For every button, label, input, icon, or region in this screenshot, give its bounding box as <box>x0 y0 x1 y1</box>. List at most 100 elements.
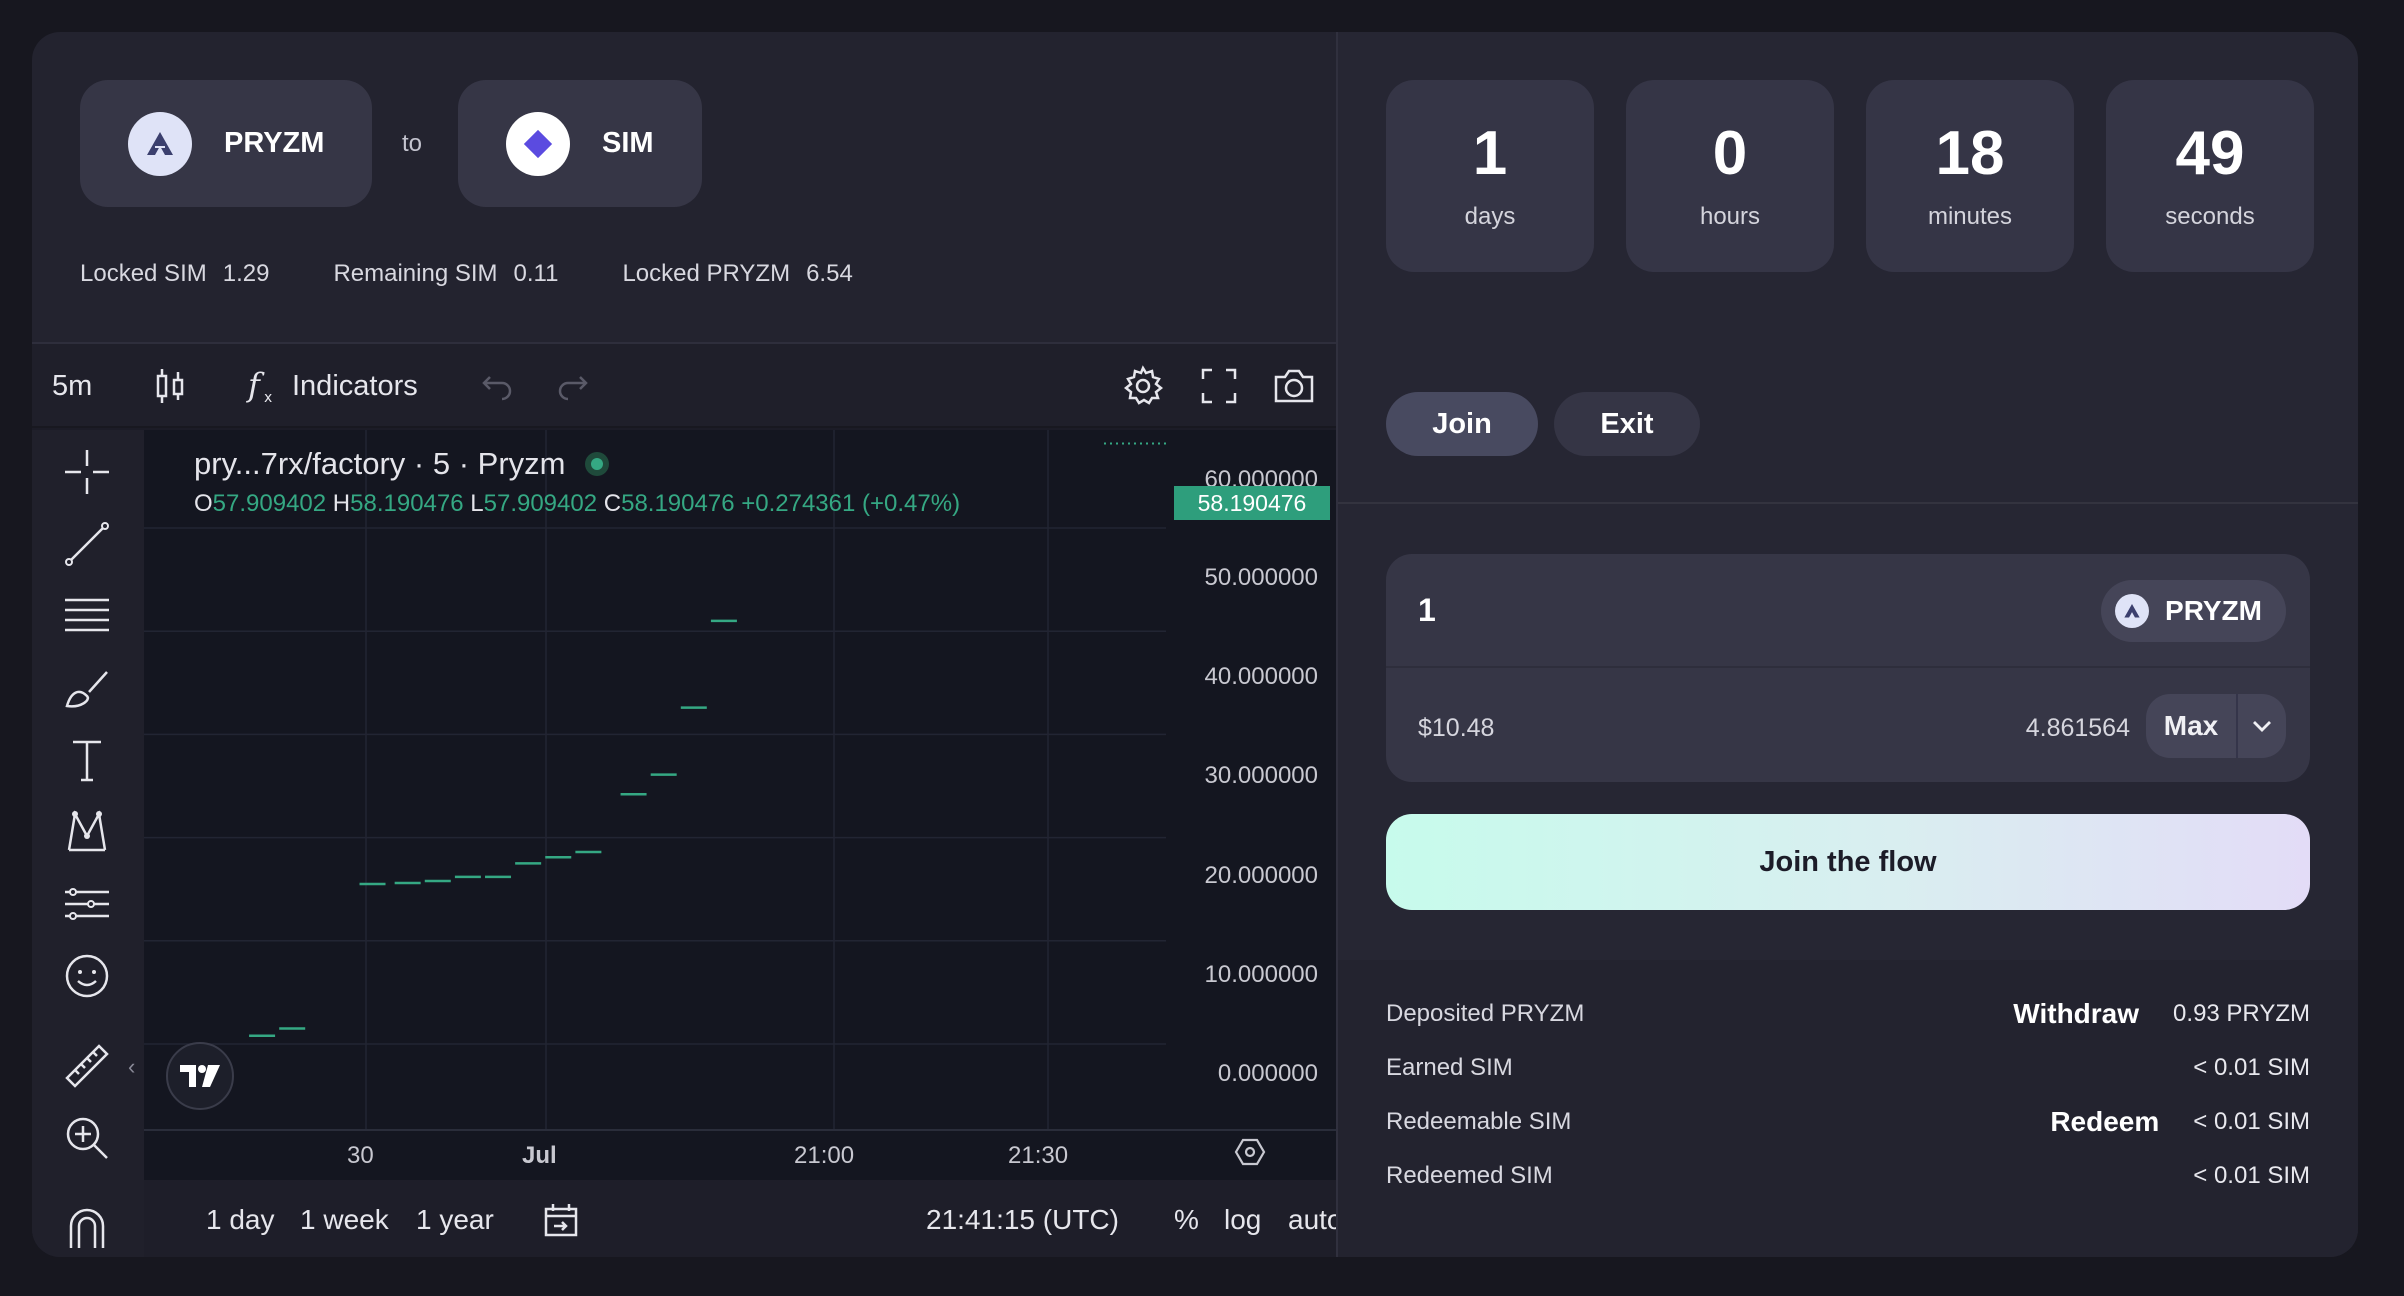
amount-input-row: 1 PRYZM <box>1386 554 2310 668</box>
join-flow-button[interactable]: Join the flow <box>1386 814 2310 910</box>
redo-icon[interactable] <box>556 344 590 428</box>
tab-join[interactable]: Join <box>1386 392 1538 456</box>
stats-row: Locked SIM 1.29 Remaining SIM 0.11 Locke… <box>80 260 917 288</box>
redeem-button[interactable]: Redeem <box>2050 1106 2159 1138</box>
countdown-value: 49 <box>2175 119 2245 188</box>
auto-label: auto <box>1288 1203 1336 1235</box>
info-label: Redeemable SIM <box>1386 1108 1572 1135</box>
y-tick-label: 0.000000 <box>1217 1060 1318 1087</box>
y-tick-label: 30.000000 <box>1204 762 1318 789</box>
ruler-icon[interactable] <box>52 1038 122 1094</box>
tab-exit[interactable]: Exit <box>1554 392 1700 456</box>
interval-label: 5m <box>52 369 93 402</box>
max-button[interactable]: Max <box>2146 694 2286 758</box>
log-label: log <box>1224 1203 1262 1235</box>
calendar-icon[interactable] <box>542 1180 580 1257</box>
range-1-week-button[interactable]: 1 week <box>300 1180 389 1257</box>
magnet-icon[interactable] <box>52 1200 122 1256</box>
amount-input-card: 1 PRYZM $10.48 4.861564 Max <box>1386 554 2310 782</box>
camera-icon[interactable] <box>1272 344 1316 428</box>
timezone-button[interactable]: 21:41:15 (UTC) <box>926 1180 1119 1257</box>
stat-value: 1.29 <box>222 260 270 287</box>
stat-label: Remaining SIM <box>333 260 498 287</box>
indicators-button[interactable]: fx Indicators <box>244 344 418 428</box>
axis-settings-icon[interactable] <box>1234 1136 1266 1173</box>
undo-icon[interactable] <box>480 344 514 428</box>
info-value: 0.93 PRYZM <box>2173 1000 2310 1027</box>
x-tick-label: Jul <box>522 1142 557 1169</box>
chart-canvas <box>144 430 1336 1131</box>
crosshair-icon[interactable] <box>52 444 122 500</box>
text-icon[interactable] <box>52 732 122 788</box>
range-1-year-button[interactable]: 1 year <box>416 1180 494 1257</box>
x-tick-label: 21:30 <box>1008 1142 1069 1169</box>
token-selector[interactable]: PRYZM <box>2101 580 2286 642</box>
countdown-unit: hours <box>1699 203 1761 230</box>
balance-value: 4.861564 <box>2025 714 2130 742</box>
chart-footer: 1 day 1 week 1 year 21:41:15 (UTC) % log… <box>144 1180 1336 1257</box>
price-chart: 5m fx Indicators ‹ pry...7rx/factory · 5… <box>32 342 1336 1257</box>
countdown-unit: seconds <box>2165 203 2255 230</box>
brush-icon[interactable] <box>52 660 122 716</box>
withdraw-button[interactable]: Withdraw <box>2013 998 2139 1030</box>
from-token-label: PRYZM <box>224 127 325 159</box>
percent-toggle[interactable]: % <box>1174 1180 1199 1257</box>
usd-value: $10.48 <box>1418 714 1495 742</box>
indicators-label: Indicators <box>292 369 418 402</box>
collapse-toolbar-icon[interactable]: ‹ <box>128 1054 135 1080</box>
interval-selector[interactable]: 5m <box>52 344 92 428</box>
forecast-icon[interactable] <box>52 876 122 932</box>
countdown-unit: minutes <box>1927 203 2013 230</box>
pattern-icon[interactable] <box>52 804 122 860</box>
info-row-redeemed: Redeemed SIM < 0.01 SIM <box>1386 1156 2310 1196</box>
x-tick-label: 30 <box>347 1142 374 1169</box>
info-label: Redeemed SIM <box>1386 1162 1553 1189</box>
function-icon: fx <box>246 366 272 406</box>
stat-label: Locked PRYZM <box>622 260 791 287</box>
tradingview-logo-icon[interactable] <box>166 1042 234 1110</box>
svg-text:x: x <box>264 390 272 406</box>
log-toggle[interactable]: log <box>1224 1180 1261 1257</box>
fullscreen-icon[interactable] <box>1200 344 1238 428</box>
close-value: 58.190476 <box>621 490 735 517</box>
fib-icon[interactable] <box>52 588 122 644</box>
countdown-value: 0 <box>1712 119 1748 188</box>
open-value: 57.909402 <box>212 490 327 517</box>
countdown-value: 1 <box>1472 119 1508 188</box>
info-value: < 0.01 SIM <box>2193 1162 2310 1189</box>
percent-label: % <box>1174 1203 1199 1235</box>
low-value: 57.909402 <box>483 490 598 517</box>
stat-locked-sim: Locked SIM 1.29 <box>80 260 269 288</box>
token-label: PRYZM <box>2165 595 2262 626</box>
low-label: L <box>470 490 484 517</box>
flow-panel: 1 days 0 hours 18 minutes 49 seconds Joi… <box>1336 32 2358 1257</box>
range-label: 1 week <box>300 1203 389 1235</box>
ohlc-legend: O57.909402 H58.190476 L57.909402 C58.190… <box>194 490 960 518</box>
settings-icon[interactable] <box>1122 344 1164 428</box>
info-label: Earned SIM <box>1386 1054 1513 1081</box>
range-label: 1 day <box>206 1203 275 1235</box>
chart-legend-title: pry...7rx/factory · 5 · Pryzm <box>194 446 610 482</box>
info-row-earned: Earned SIM < 0.01 SIM <box>1386 1048 2310 1088</box>
svg-text:f: f <box>246 366 265 404</box>
stat-value: 0.11 <box>513 260 559 287</box>
sim-logo-icon <box>506 111 570 176</box>
to-token-button[interactable]: SIM <box>458 80 702 207</box>
emoji-icon[interactable] <box>52 948 122 1004</box>
from-token-button[interactable]: PRYZM <box>80 80 372 207</box>
range-1-day-button[interactable]: 1 day <box>206 1180 275 1257</box>
divider <box>1338 502 2358 504</box>
position-info: Deposited PRYZM Withdraw 0.93 PRYZM Earn… <box>1338 960 2358 1257</box>
x-tick-label: 21:00 <box>794 1142 855 1169</box>
y-tick-label: 10.000000 <box>1204 961 1318 988</box>
zoom-icon[interactable] <box>52 1110 122 1166</box>
trendline-icon[interactable] <box>52 516 122 572</box>
auto-toggle[interactable]: auto <box>1288 1180 1336 1257</box>
chevron-down-icon[interactable] <box>2238 719 2286 733</box>
candles-icon[interactable] <box>152 344 188 428</box>
amount-input[interactable]: 1 <box>1418 592 1436 629</box>
pryzm-logo-icon <box>128 111 192 176</box>
stat-label: Locked SIM <box>80 260 207 287</box>
info-row-redeemable: Redeemable SIM Redeem < 0.01 SIM <box>1386 1102 2310 1142</box>
stat-value: 6.54 <box>806 260 853 287</box>
